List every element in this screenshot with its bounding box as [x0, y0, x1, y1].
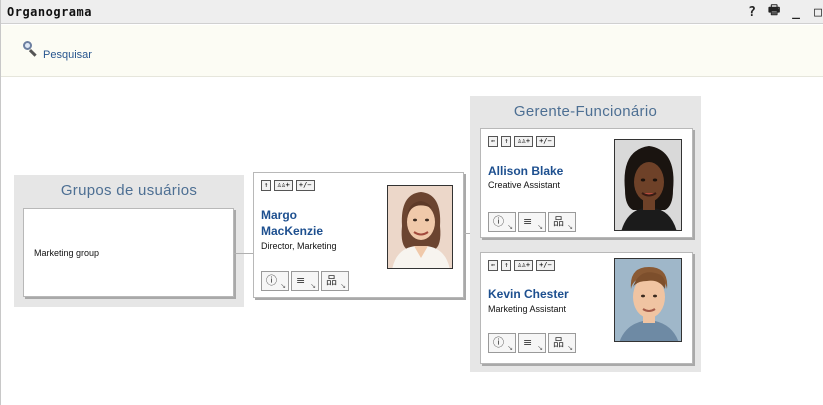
email-icon: ≡ — [523, 336, 533, 349]
employee-card[interactable]: ⇐ ↑ ♙♙+ +/− Allison Blake Creative Assis… — [480, 128, 693, 238]
employee-card[interactable]: ⇐ ↑ ♙♙+ +/− Kevin Chester Marketing Assi… — [480, 252, 693, 364]
expand-collapse-button[interactable]: +/− — [295, 180, 315, 191]
employee-name[interactable]: Allison Blake — [488, 163, 563, 179]
user-groups-title: Grupos de usuários — [60, 182, 198, 199]
help-icon[interactable]: ? — [746, 5, 758, 20]
org-chart-button[interactable]: 品 ↘ — [548, 333, 576, 353]
show-manager-button[interactable]: ↑ — [261, 180, 272, 191]
center-user-card[interactable]: ↑ ♙♙+ +/− Margo MacKenzie Director, Mark… — [253, 172, 464, 298]
info-button[interactable]: ⓘ ↘ — [261, 271, 289, 291]
card-action-buttons: ⓘ ↘ ≡ ↘ 品 ↘ — [488, 212, 576, 232]
email-icon: ≡ — [296, 274, 306, 287]
show-reports-button[interactable]: ♙♙+ — [514, 136, 534, 147]
user-photo-margo — [387, 185, 453, 269]
set-focus-button[interactable]: ⇐ — [488, 136, 499, 147]
user-photo-kevin — [614, 258, 682, 342]
user-name-first[interactable]: Margo — [261, 207, 297, 223]
show-manager-button[interactable]: ↑ — [501, 260, 512, 271]
info-icon: ⓘ — [493, 336, 504, 349]
show-reports-button[interactable]: ♙♙+ — [514, 260, 534, 271]
info-button[interactable]: ⓘ ↘ — [488, 212, 516, 232]
toolbar: Pesquisar — [1, 25, 823, 77]
org-chart-icon: 品 — [553, 215, 564, 228]
search-icon[interactable] — [21, 39, 41, 59]
user-role: Director, Marketing — [261, 241, 337, 251]
card-action-buttons: ⓘ ↘ ≡ ↘ 品 ↘ — [488, 333, 576, 353]
user-name-last[interactable]: MacKenzie — [261, 223, 323, 239]
email-button[interactable]: ≡ ↘ — [518, 333, 546, 353]
employee-name[interactable]: Kevin Chester — [488, 286, 569, 302]
org-chart-window: Organograma ? 🖶 _ □ Pesquisar Grupos de … — [0, 0, 823, 405]
info-icon: ⓘ — [493, 215, 504, 228]
manager-employee-panel: Gerente-Funcionário ⇐ ↑ ♙♙+ +/− Allison … — [470, 96, 701, 372]
search-link[interactable]: Pesquisar — [21, 39, 92, 61]
minimize-icon[interactable]: _ — [790, 5, 802, 20]
card-nav-buttons: ⇐ ↑ ♙♙+ +/− — [488, 136, 555, 147]
info-icon: ⓘ — [266, 274, 277, 287]
set-focus-button[interactable]: ⇐ — [488, 260, 499, 271]
card-action-buttons: ⓘ ↘ ≡ ↘ 品 ↘ — [261, 271, 349, 291]
email-button[interactable]: ≡ ↘ — [518, 212, 546, 232]
show-reports-button[interactable]: ♙♙+ — [274, 180, 293, 191]
manager-employee-title: Gerente-Funcionário — [513, 103, 658, 120]
user-photo-allison — [614, 139, 682, 231]
maximize-icon[interactable]: □ — [812, 5, 823, 20]
email-icon: ≡ — [523, 215, 533, 228]
title-bar: Organograma ? 🖶 _ □ — [1, 0, 823, 24]
print-icon[interactable]: 🖶 — [768, 1, 780, 23]
window-controls: ? 🖶 _ □ — [746, 3, 823, 21]
org-chart-button[interactable]: 品 ↘ — [548, 212, 576, 232]
group-name[interactable]: Marketing group — [34, 248, 99, 258]
org-chart-icon: 品 — [326, 274, 337, 287]
expand-collapse-button[interactable]: +/− — [536, 260, 555, 271]
org-chart-button[interactable]: 品 ↘ — [321, 271, 349, 291]
card-nav-buttons: ⇐ ↑ ♙♙+ +/− — [488, 260, 555, 271]
user-groups-panel: Grupos de usuários Marketing group — [14, 175, 244, 307]
group-card[interactable]: Marketing group — [23, 208, 234, 297]
info-button[interactable]: ⓘ ↘ — [488, 333, 516, 353]
show-manager-button[interactable]: ↑ — [501, 136, 512, 147]
window-title: Organograma — [7, 5, 92, 19]
connector-line — [234, 253, 254, 254]
search-label[interactable]: Pesquisar — [43, 49, 92, 61]
card-nav-buttons: ↑ ♙♙+ +/− — [261, 180, 315, 191]
org-chart-icon: 品 — [553, 336, 564, 349]
employee-role: Creative Assistant — [488, 180, 561, 190]
employee-role: Marketing Assistant — [488, 304, 567, 314]
email-button[interactable]: ≡ ↘ — [291, 271, 319, 291]
expand-collapse-button[interactable]: +/− — [536, 136, 555, 147]
